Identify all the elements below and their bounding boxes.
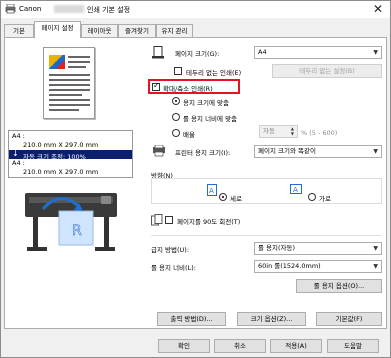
preview-image-thumbnail (49, 55, 65, 69)
borderless-checkbox[interactable] (174, 67, 182, 75)
printer-paper-size-label: 프린터 용지 크기(I): (175, 149, 231, 157)
scale-label: 배율 (183, 131, 195, 139)
arrow-down-icon: ↓ (12, 149, 19, 158)
paper-source-value: 롤 용지(자동) (258, 244, 296, 252)
preview-text-line (49, 79, 90, 81)
preview-text-line (49, 94, 82, 96)
scale-radio[interactable] (172, 129, 180, 137)
portrait-page-icon: A (207, 184, 217, 196)
auto-scale-banner: ↓ 자동 크기 조정: 100% (9, 149, 132, 161)
page-preview (43, 47, 95, 119)
roll-width-dropdown[interactable]: 60in 롤(1524.0mm) ▼ (254, 260, 382, 273)
borderless-label: 테두리 없는 인쇄(E) (186, 69, 242, 77)
preview-text-line (49, 109, 79, 111)
portrait-radio[interactable] (219, 193, 227, 201)
page-size-label: 페이지 크기(G): (175, 50, 220, 58)
page-setup-panel: A4 : 210.0 mm X 297.0 mm ↓ 자동 크기 조정: 100… (4, 37, 387, 329)
paper-source-dropdown[interactable]: 롤 용지(자동) ▼ (254, 242, 382, 255)
tab-basic[interactable]: 기본 (4, 24, 34, 38)
chevron-down-icon: ▼ (373, 148, 378, 155)
scaled-print-label: 확대/축소 인쇄(R) (163, 85, 213, 93)
spinner-arrows-icon: ▲ ▼ (290, 126, 294, 136)
tab-page-setup[interactable]: 페이지 설정 (34, 21, 81, 38)
portrait-label: 세로 (230, 195, 242, 203)
input-size-label: A4 : (12, 132, 25, 140)
scaled-print-checkbox[interactable] (152, 81, 160, 91)
preview-text-line (68, 61, 90, 63)
window-title-prefix: Canon (19, 5, 42, 13)
preview-text-line (49, 74, 90, 76)
paper-source-label: 급지 방법(U): (151, 246, 190, 254)
title-bar: Canon 인쇄 기본 설정 ✕ (1, 1, 390, 18)
svg-text:A: A (293, 186, 298, 194)
output-size-dimensions: 210.0 mm X 297.0 mm (23, 168, 99, 176)
roll-width-value: 60in 롤(1524.0mm) (258, 262, 321, 270)
printer-output-letter: R (72, 223, 82, 239)
preview-text-line (49, 89, 90, 91)
landscape-page-icon: A (290, 184, 302, 194)
size-info-box: A4 : 210.0 mm X 297.0 mm ↓ 자동 크기 조정: 100… (8, 130, 133, 178)
preview-text-line (68, 66, 86, 68)
borderless-settings-button[interactable]: 테두리 없는 설정(B) (272, 64, 382, 78)
tab-maintenance[interactable]: 유지 관리 (156, 24, 193, 38)
window-title: 인쇄 기본 설정 (87, 6, 131, 14)
size-options-button[interactable]: 크기 옵션(Z)... (237, 312, 306, 326)
output-method-button[interactable]: 출력 방법(D)... (157, 312, 226, 326)
roll-options-button[interactable]: 롤 용지 옵션(O)... (296, 279, 382, 293)
print-preferences-window: Canon 인쇄 기본 설정 ✕ 기본 페이지 설정 레이아웃 즐겨찾기 유지 … (0, 0, 391, 358)
auto-scale-text: 자동 크기 조정: 100% (23, 153, 86, 161)
roll-width-label: 롤 용지 너비(L): (151, 264, 196, 272)
page-size-value: A4 (258, 48, 267, 56)
output-size-label: A4 : (12, 159, 25, 167)
preview-text-line (49, 99, 90, 101)
fit-paper-size-radio[interactable] (172, 97, 180, 105)
preview-text-line (49, 84, 90, 86)
printer-paper-size-dropdown[interactable]: 페이지 크기와 똑같이 ▼ (254, 145, 382, 158)
fit-paper-size-label: 용지 크기에 맞춤 (183, 99, 229, 107)
preview-area: A4 : 210.0 mm X 297.0 mm ↓ 자동 크기 조정: 100… (8, 42, 133, 262)
ok-button[interactable]: 확인 (158, 339, 210, 353)
restore-defaults-button[interactable]: 기본값(F) (316, 312, 382, 326)
close-button[interactable]: ✕ (370, 2, 386, 16)
rotate-90-checkbox[interactable] (165, 216, 173, 224)
page-size-icon (152, 46, 164, 59)
printer-paper-size-value: 페이지 크기와 똑같이 (258, 147, 316, 155)
scale-value-spinner[interactable]: 자동 ▲ ▼ (259, 125, 298, 138)
input-size-dimensions: 210.0 mm X 297.0 mm (23, 141, 99, 149)
separator (151, 235, 382, 236)
chevron-down-icon: ▼ (373, 263, 378, 270)
fit-roll-width-label: 롤 용지 너비에 맞춤 (183, 115, 238, 123)
fit-roll-width-radio[interactable] (172, 113, 180, 121)
printer-paper-size-icon (153, 145, 165, 157)
preview-text-line (68, 56, 90, 58)
printer-app-icon (5, 4, 16, 14)
chevron-down-icon: ▼ (373, 245, 378, 252)
help-button[interactable]: 도움말 (327, 339, 379, 353)
apply-button[interactable]: 적용(A) (270, 339, 322, 353)
rotate-page-icon (151, 214, 163, 226)
chevron-down-icon: ▼ (373, 49, 378, 56)
tab-favorites[interactable]: 즐겨찾기 (118, 24, 156, 38)
landscape-radio[interactable] (308, 193, 316, 201)
large-format-printer-icon: R (25, 193, 117, 251)
scale-value: 자동 (263, 127, 275, 135)
printer-model-redacted (54, 5, 84, 13)
cancel-button[interactable]: 취소 (214, 339, 266, 353)
svg-text:A: A (209, 187, 214, 195)
rotate-90-label: 페이지를 90도 회전(T) (177, 218, 241, 226)
orientation-group (151, 178, 382, 204)
scale-range-label: % (5 - 600) (301, 129, 338, 137)
landscape-label: 가로 (319, 195, 331, 203)
tab-layout[interactable]: 레이아웃 (81, 24, 118, 38)
preview-text-line (49, 104, 90, 106)
page-size-dropdown[interactable]: A4 ▼ (254, 46, 382, 59)
